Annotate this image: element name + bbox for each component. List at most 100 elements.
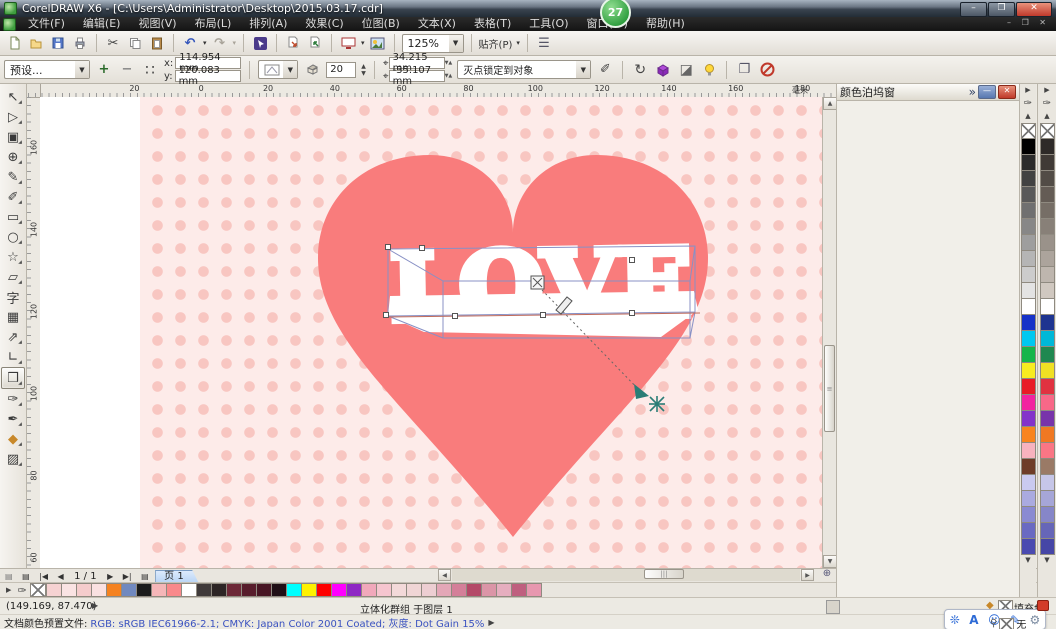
color-swatch[interactable]	[226, 583, 242, 597]
color-swatch[interactable]	[496, 583, 512, 597]
palette2-flyout-icon[interactable]: ▶	[1044, 84, 1049, 97]
color-swatch[interactable]	[1040, 506, 1055, 523]
color-swatch[interactable]	[1021, 394, 1036, 411]
table-tool[interactable]: ▦	[2, 307, 24, 327]
import-icon[interactable]	[284, 34, 302, 52]
color-swatch[interactable]	[151, 583, 167, 597]
extrusion-color-icon[interactable]	[654, 61, 672, 79]
zoom-dropdown-arrow[interactable]: ▼	[449, 35, 463, 52]
snap-dropdown[interactable]: ▾	[516, 39, 520, 47]
docker-close-icon[interactable]: ✕	[998, 85, 1016, 99]
print-icon[interactable]	[71, 34, 89, 52]
options-icon[interactable]: ☰	[535, 34, 553, 52]
menu-item[interactable]: 文件(F)	[19, 17, 74, 31]
save-icon[interactable]	[49, 34, 67, 52]
remove-preset-button[interactable]: −	[118, 61, 136, 79]
vp-y-spinners[interactable]: ▼▲	[445, 73, 453, 79]
parallel-dimension-tool[interactable]: ⇗	[2, 327, 24, 347]
palette2-scroll-up-icon[interactable]: ▲	[1044, 110, 1049, 123]
export-icon[interactable]	[306, 34, 324, 52]
color-eyedropper-tool[interactable]: ✑	[2, 389, 24, 409]
color-swatch[interactable]	[406, 583, 422, 597]
vertical-scrollbar[interactable]: ▲ ≡ ▼	[822, 97, 836, 568]
undo-dropdown[interactable]: ▾	[203, 39, 207, 47]
shape-tool[interactable]: ▷	[2, 107, 24, 127]
docker-expand-icon[interactable]: »	[969, 85, 976, 99]
recorder-stop-icon[interactable]	[1037, 600, 1049, 611]
horizontal-scrollbar[interactable]: |||	[452, 569, 800, 581]
no-color-swatch[interactable]	[30, 583, 46, 597]
palette1-flyout-icon[interactable]: ▶	[1025, 84, 1030, 97]
color-swatch[interactable]	[1040, 394, 1055, 411]
color-swatch[interactable]	[1040, 362, 1055, 379]
color-swatch[interactable]	[1040, 330, 1055, 347]
text-annotate-icon[interactable]: A	[969, 614, 978, 626]
color-swatch[interactable]	[196, 583, 212, 597]
color-swatch[interactable]	[1021, 282, 1036, 299]
interactive-fill-tool[interactable]: ▨	[2, 449, 24, 469]
color-swatch[interactable]	[1040, 346, 1055, 363]
pick-tool[interactable]: ↖	[2, 87, 24, 107]
redo-icon[interactable]: ↷	[211, 34, 229, 52]
color-swatch[interactable]	[1040, 442, 1055, 459]
palette1-scroll-down-icon[interactable]: ▼	[1025, 554, 1030, 567]
new-document-icon[interactable]	[5, 34, 23, 52]
menu-item[interactable]: 位图(B)	[353, 17, 409, 31]
launcher-dropdown[interactable]: ▾	[361, 39, 365, 47]
menu-item[interactable]: 帮助(H)	[637, 17, 694, 31]
color-swatch[interactable]	[1021, 490, 1036, 507]
basic-shapes-tool[interactable]: ▱	[2, 267, 24, 287]
color-swatch[interactable]	[1040, 538, 1055, 555]
zoom-tool[interactable]: ⊕	[2, 147, 24, 167]
color-swatch[interactable]	[271, 583, 287, 597]
color-swatch[interactable]	[1021, 266, 1036, 283]
bevel-icon[interactable]: ◪	[677, 61, 695, 79]
copy-icon[interactable]	[126, 34, 144, 52]
palette-flyout-icon[interactable]: ▶	[3, 586, 14, 594]
depth-spin-up[interactable]: ▲	[361, 63, 366, 70]
extrude-tool[interactable]: ❒	[1, 367, 25, 389]
color-swatch[interactable]	[1040, 410, 1055, 427]
color-swatch[interactable]	[1021, 298, 1036, 315]
scroll-left-icon[interactable]: ◀	[438, 569, 451, 581]
color-swatch[interactable]	[1040, 314, 1055, 331]
palette1-scroll-up-icon[interactable]: ▲	[1025, 110, 1030, 123]
depth-input[interactable]: 20	[326, 62, 356, 78]
color-swatch[interactable]	[121, 583, 137, 597]
menu-item[interactable]: 工具(O)	[520, 17, 577, 31]
color-swatch[interactable]	[1021, 506, 1036, 523]
color-swatch[interactable]	[1021, 362, 1036, 379]
palette1-no-color-swatch[interactable]	[1021, 123, 1036, 139]
color-swatch[interactable]	[1040, 490, 1055, 507]
menu-item[interactable]: 效果(C)	[296, 17, 352, 31]
application-launcher-icon[interactable]	[339, 34, 357, 52]
color-swatch[interactable]	[1021, 330, 1036, 347]
clear-extrude-icon[interactable]	[758, 61, 776, 79]
color-swatch[interactable]	[436, 583, 452, 597]
outline-pen-tool[interactable]: ✒	[2, 409, 24, 429]
zoom-level-combo[interactable]: 125% ▼	[402, 34, 464, 53]
preset-dropdown-arrow[interactable]: ▼	[75, 61, 89, 78]
color-swatch[interactable]	[1021, 410, 1036, 427]
color-swatch[interactable]	[421, 583, 437, 597]
extrusion-type-dropdown[interactable]: ▼	[283, 61, 297, 78]
color-swatch[interactable]	[1021, 234, 1036, 251]
vertical-ruler[interactable]: 160 140 120 100 80 60	[27, 97, 41, 568]
color-swatch[interactable]	[1021, 154, 1036, 171]
palette2-scroll-down-icon[interactable]: ▼	[1044, 554, 1049, 567]
color-swatch[interactable]	[1040, 138, 1055, 155]
add-preset-button[interactable]: +	[95, 61, 113, 79]
color-swatch[interactable]	[1021, 378, 1036, 395]
gear-icon[interactable]: ⚙	[1029, 614, 1040, 626]
drawing-canvas[interactable]: LOVE	[40, 97, 822, 568]
color-swatch[interactable]	[286, 583, 302, 597]
color-swatch[interactable]	[1021, 346, 1036, 363]
color-swatch[interactable]	[511, 583, 527, 597]
color-swatch[interactable]	[76, 583, 92, 597]
scroll-down-icon[interactable]: ▼	[823, 555, 837, 568]
color-swatch[interactable]	[1040, 170, 1055, 187]
color-swatch[interactable]	[1040, 202, 1055, 219]
color-swatch[interactable]	[1040, 186, 1055, 203]
color-swatch[interactable]	[361, 583, 377, 597]
color-swatch[interactable]	[1040, 154, 1055, 171]
